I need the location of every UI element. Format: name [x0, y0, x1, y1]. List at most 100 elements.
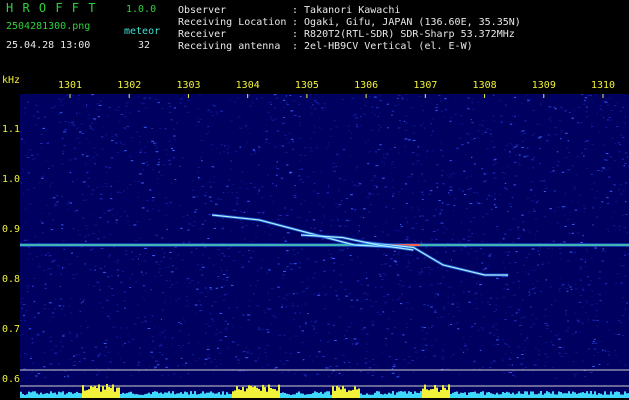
noise-speck	[309, 355, 312, 357]
noise-speck	[470, 190, 472, 192]
noise-speck	[441, 170, 445, 172]
noise-speck	[502, 296, 506, 298]
noise-speck	[387, 127, 389, 129]
noise-speck	[452, 172, 456, 174]
noise-speck	[319, 230, 323, 232]
noise-speck	[558, 346, 562, 348]
noise-speck	[502, 238, 505, 240]
noise-speck	[330, 225, 333, 227]
noise-speck	[44, 287, 47, 289]
noise-speck	[404, 138, 408, 140]
noise-speck	[348, 129, 350, 131]
activity-bar	[342, 385, 344, 398]
noise-speck	[481, 133, 484, 135]
noise-speck	[81, 133, 84, 134]
noise-speck	[326, 341, 330, 343]
noise-speck	[406, 307, 409, 309]
noise-speck	[335, 365, 339, 367]
activity-bar	[158, 393, 160, 398]
noise-speck	[522, 350, 525, 352]
noise-speck	[69, 159, 73, 161]
noise-speck	[82, 181, 86, 183]
noise-speck	[273, 202, 275, 203]
noise-speck	[92, 247, 94, 249]
noise-speck	[477, 130, 480, 132]
noise-speck	[33, 300, 36, 302]
activity-bar	[570, 393, 572, 398]
noise-speck	[94, 224, 97, 226]
noise-speck	[299, 326, 301, 328]
noise-speck	[117, 106, 121, 108]
activity-bar	[458, 393, 460, 398]
noise-speck	[614, 350, 617, 352]
noise-speck	[486, 128, 489, 130]
noise-speck	[564, 312, 567, 314]
noise-speck	[517, 229, 520, 230]
noise-speck	[615, 200, 618, 202]
noise-speck	[235, 150, 237, 152]
noise-speck	[338, 205, 341, 207]
activity-bar	[520, 393, 522, 398]
noise-speck	[188, 241, 191, 243]
noise-speck	[470, 119, 472, 121]
noise-speck	[197, 264, 199, 266]
noise-speck	[70, 340, 73, 342]
noise-speck	[474, 298, 477, 299]
noise-speck	[250, 256, 252, 258]
noise-speck	[156, 178, 159, 180]
noise-speck	[330, 257, 333, 259]
noise-speck	[419, 125, 423, 127]
noise-speck	[358, 230, 360, 232]
noise-speck	[186, 278, 190, 280]
noise-speck	[570, 288, 573, 290]
noise-speck	[350, 259, 354, 261]
noise-speck	[227, 191, 230, 193]
noise-speck	[318, 351, 321, 353]
noise-speck	[209, 288, 213, 290]
noise-speck	[206, 348, 210, 350]
activity-bar	[222, 391, 224, 398]
noise-speck	[43, 304, 47, 306]
noise-speck	[597, 351, 599, 353]
noise-speck	[124, 250, 128, 252]
noise-speck	[223, 299, 226, 301]
noise-speck	[499, 194, 502, 195]
noise-speck	[470, 326, 474, 328]
noise-speck	[94, 151, 96, 153]
noise-speck	[392, 193, 395, 195]
noise-speck	[323, 270, 326, 272]
activity-bar	[240, 390, 242, 398]
noise-speck	[41, 147, 43, 149]
noise-speck	[601, 250, 605, 252]
noise-speck	[331, 372, 333, 374]
noise-speck	[425, 219, 429, 221]
noise-speck	[388, 356, 391, 358]
activity-bar	[358, 388, 360, 398]
noise-speck	[531, 134, 534, 136]
noise-speck	[460, 281, 463, 283]
noise-speck	[179, 165, 182, 167]
noise-speck	[529, 188, 532, 190]
activity-bar	[532, 391, 534, 398]
activity-bar	[92, 387, 94, 398]
activity-bar	[440, 390, 442, 398]
noise-speck	[190, 251, 193, 253]
noise-speck	[592, 366, 595, 367]
noise-speck	[608, 156, 612, 158]
noise-speck	[338, 225, 342, 227]
noise-speck	[175, 281, 178, 283]
noise-speck	[586, 95, 589, 97]
noise-speck	[431, 284, 434, 286]
noise-speck	[154, 275, 156, 277]
activity-bar	[318, 392, 320, 398]
noise-speck	[299, 137, 302, 139]
noise-speck	[145, 272, 147, 274]
noise-speck	[162, 164, 165, 166]
noise-speck	[437, 294, 439, 296]
noise-speck	[169, 258, 172, 260]
noise-speck	[182, 364, 184, 366]
noise-speck	[534, 234, 536, 236]
noise-speck	[41, 175, 44, 177]
noise-speck	[610, 110, 614, 111]
noise-speck	[493, 334, 496, 336]
